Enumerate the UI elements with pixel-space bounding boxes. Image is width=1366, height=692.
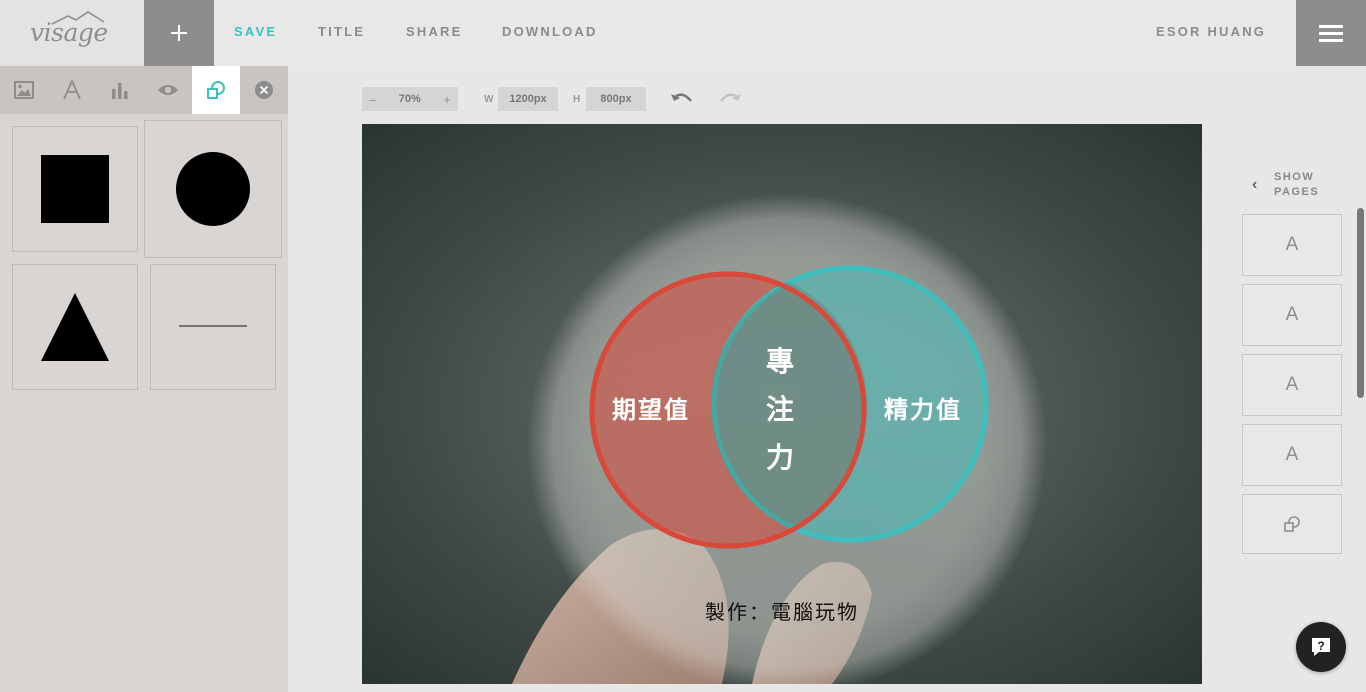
left-panel — [0, 66, 288, 692]
height-input[interactable]: 800px — [586, 87, 646, 111]
square-shape-icon — [41, 155, 109, 223]
title-link[interactable]: TITLE — [318, 24, 365, 39]
chevron-left-icon: ‹ — [1252, 176, 1258, 193]
design-canvas[interactable]: 期望值 專 注 力 精力值 製作：電腦玩物 — [362, 124, 1202, 684]
help-icon: ? — [1312, 638, 1330, 656]
shape-line[interactable] — [150, 264, 276, 390]
download-link[interactable]: DOWNLOAD — [502, 24, 598, 39]
text-tool[interactable] — [48, 66, 96, 114]
page-thumb-1[interactable]: A — [1242, 214, 1342, 276]
credit-text[interactable]: 製作：電腦玩物 — [362, 596, 1202, 625]
share-link[interactable]: SHARE — [406, 24, 463, 39]
shape-circle[interactable] — [144, 120, 282, 258]
triangle-shape-icon — [41, 293, 109, 361]
user-name[interactable]: ESOR HUANG — [1156, 24, 1266, 39]
shapes-icon — [1284, 516, 1300, 532]
zoom-in-button[interactable]: + — [443, 92, 451, 107]
text-icon — [63, 80, 81, 100]
circle-shape-icon — [176, 152, 250, 226]
help-label: ? — [1317, 639, 1324, 653]
menu-bar — [1319, 31, 1343, 35]
show-pages-label: SHOW PAGES — [1274, 170, 1319, 200]
redo-icon — [720, 93, 741, 102]
zoom-control: – 70% + — [362, 87, 458, 111]
menu-bar — [1319, 38, 1343, 42]
logo[interactable]: visage — [0, 0, 144, 66]
center-label-1[interactable]: 專 — [766, 340, 796, 380]
eye-icon — [158, 85, 178, 95]
zoom-out-button[interactable]: – — [369, 92, 376, 107]
undo-button[interactable] — [670, 89, 694, 114]
shape-square[interactable] — [12, 126, 138, 252]
menu-bar — [1319, 24, 1343, 28]
zoom-level: 70% — [398, 93, 421, 105]
width-label: W — [484, 94, 494, 105]
top-bar: visage SAVE TITLE SHARE DOWNLOAD ESOR HU… — [0, 0, 1366, 66]
chart-tool[interactable] — [96, 66, 144, 114]
plus-icon — [171, 25, 187, 41]
save-link[interactable]: SAVE — [234, 24, 277, 39]
logo-text: visage — [30, 18, 108, 47]
hamburger-menu-button[interactable] — [1296, 0, 1366, 66]
page-thumb-3[interactable]: A — [1242, 354, 1342, 416]
help-button[interactable]: ? — [1296, 622, 1346, 672]
page-thumb-5[interactable] — [1242, 494, 1342, 554]
close-panel-button[interactable] — [240, 66, 288, 114]
show-pages-line-2: PAGES — [1274, 186, 1320, 198]
redo-button[interactable] — [718, 89, 742, 114]
right-circle-label[interactable]: 精力值 — [884, 390, 962, 425]
image-tool[interactable] — [0, 66, 48, 114]
show-pages-button[interactable]: ‹ SHOW PAGES — [1252, 170, 1332, 202]
chart-icon — [112, 83, 128, 99]
tool-bar — [0, 66, 288, 114]
undo-icon — [671, 93, 692, 102]
left-circle-label[interactable]: 期望值 — [612, 390, 690, 425]
center-label-3[interactable]: 力 — [766, 436, 796, 476]
add-button[interactable] — [144, 0, 214, 66]
line-shape-icon — [179, 325, 247, 327]
page-thumb-2[interactable]: A — [1242, 284, 1342, 346]
scrollbar-thumb[interactable] — [1357, 208, 1364, 398]
show-pages-line-1: SHOW — [1274, 171, 1315, 183]
image-icon — [14, 81, 34, 99]
shape-triangle[interactable] — [12, 264, 138, 390]
height-label: H — [573, 94, 581, 105]
preview-tool[interactable] — [144, 66, 192, 114]
close-icon — [255, 81, 273, 99]
shapes-icon — [207, 81, 225, 99]
center-label-2[interactable]: 注 — [766, 388, 796, 428]
page-thumb-4[interactable]: A — [1242, 424, 1342, 486]
width-input[interactable]: 1200px — [498, 87, 558, 111]
shapes-tool[interactable] — [192, 66, 240, 114]
